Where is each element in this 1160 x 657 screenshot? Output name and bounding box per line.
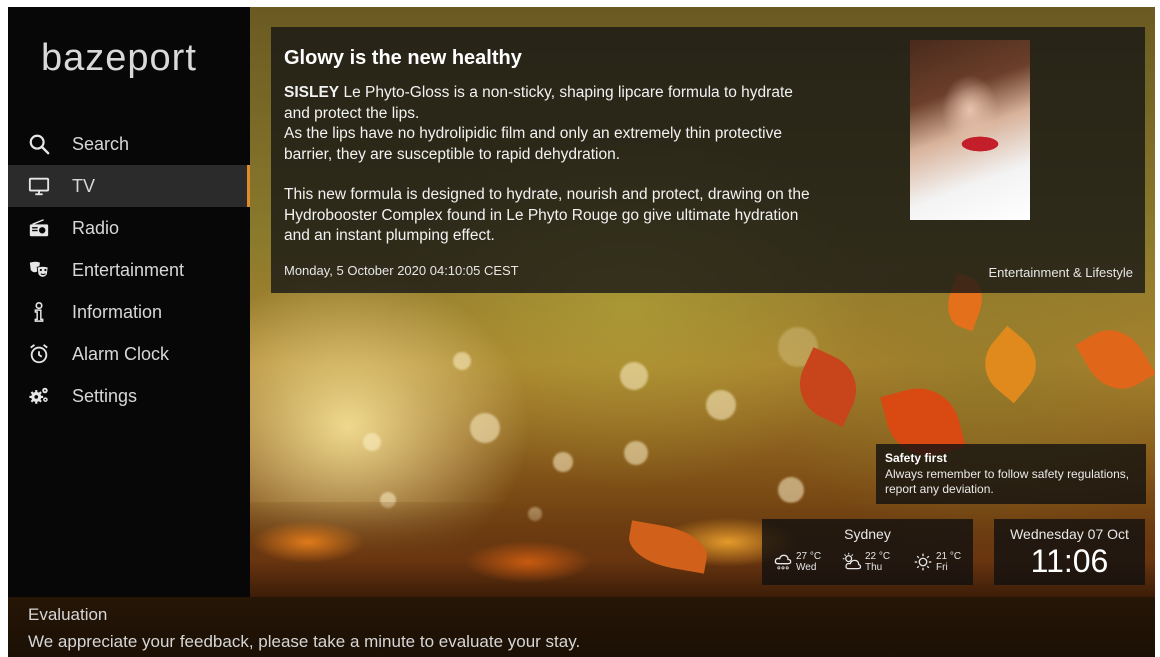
sidebar-item-tv[interactable]: TV — [8, 165, 250, 207]
info-icon — [27, 300, 51, 324]
weather-city: Sydney — [844, 526, 891, 542]
search-icon — [27, 132, 51, 156]
sun-icon — [914, 553, 932, 571]
clock-time: 11:06 — [1030, 543, 1109, 579]
safety-text: Always remember to follow safety regulat… — [885, 467, 1130, 496]
sidebar-item-label: Radio — [72, 217, 120, 238]
sidebar-item-radio[interactable]: Radio — [8, 207, 250, 249]
article-card[interactable]: Glowy is the new healthy SISLEY Le Phyto… — [271, 27, 1145, 293]
sidebar-item-label: TV — [72, 175, 96, 196]
forecast-temp: 22 °C — [865, 551, 891, 562]
sidebar-item-entertainment[interactable]: Entertainment — [8, 249, 250, 291]
rain-cloud-icon — [774, 554, 792, 570]
article-brand: SISLEY — [284, 84, 340, 101]
forecast-temp: 27 °C — [796, 551, 822, 562]
sidebar-item-label: Entertainment — [72, 259, 185, 280]
article-paragraph-2: As the lips have no hydrolipidic film an… — [284, 125, 782, 163]
gears-icon — [27, 384, 51, 408]
article-date: Monday, 5 October 2020 04:10:05 CEST — [284, 263, 519, 278]
masks-icon — [27, 258, 51, 282]
forecast-day-label: Wed — [796, 562, 817, 573]
weather-widget[interactable]: Sydney 27 °C Wed 22 °C Thu 21 °C Fri — [762, 519, 973, 585]
sidebar-item-label: Information — [72, 301, 163, 322]
article-title: Glowy is the new healthy — [284, 47, 522, 69]
clock-date: Wednesday 07 Oct — [1010, 526, 1129, 542]
forecast-day: 22 °C Thu — [842, 551, 890, 573]
sidebar-item-label: Search — [72, 133, 130, 154]
sidebar-item-settings[interactable]: Settings — [8, 375, 250, 417]
sidebar-item-information[interactable]: Information — [8, 291, 250, 333]
sidebar-item-label: Alarm Clock — [72, 343, 170, 364]
forecast-day: 27 °C Wed — [773, 551, 821, 573]
evaluation-banner[interactable]: Evaluation We appreciate your feedback, … — [8, 597, 1155, 657]
evaluation-title: Evaluation — [28, 605, 108, 624]
sidebar-item-search[interactable]: Search — [8, 123, 250, 165]
article-paragraph-3: This new formula is designed to hydrate,… — [284, 186, 810, 244]
clock-widget[interactable]: Wednesday 07 Oct 11:06 — [994, 519, 1145, 585]
article-category: Entertainment & Lifestyle — [988, 265, 1133, 280]
article-paragraph-1: SISLEY Le Phyto-Gloss is a non-sticky, s… — [284, 84, 793, 122]
radio-icon — [27, 216, 51, 240]
forecast-day: 21 °C Fri — [913, 551, 961, 573]
article-image — [910, 40, 1030, 220]
forecast-temp: 21 °C — [936, 551, 962, 562]
sidebar: bazeport Search TV Radio Entertainment I… — [8, 7, 250, 597]
article-body: SISLEY Le Phyto-Gloss is a non-sticky, s… — [284, 83, 814, 247]
partly-cloudy-icon — [842, 552, 862, 570]
tv-icon — [27, 174, 51, 198]
main-menu: Search TV Radio Entertainment Informatio… — [8, 123, 250, 417]
forecast-day-label: Thu — [865, 562, 883, 573]
sidebar-item-label: Settings — [72, 385, 138, 406]
safety-notice: Safety first Always remember to follow s… — [876, 444, 1146, 504]
forecast-day-label: Fri — [936, 562, 948, 573]
sidebar-item-alarm-clock[interactable]: Alarm Clock — [8, 333, 250, 375]
alarm-clock-icon — [27, 342, 51, 366]
brand-logo: bazeport — [41, 37, 197, 79]
safety-title: Safety first — [885, 451, 948, 465]
evaluation-text: We appreciate your feedback, please take… — [28, 632, 581, 651]
